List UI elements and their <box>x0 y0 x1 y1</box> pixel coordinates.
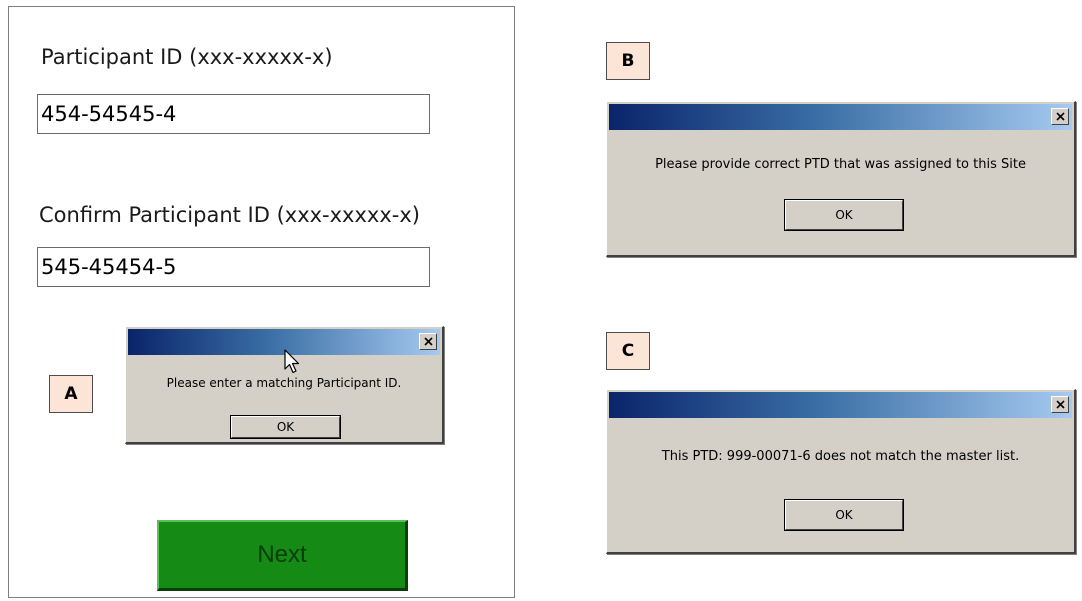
participant-id-input[interactable] <box>37 94 430 134</box>
close-icon <box>1055 400 1065 409</box>
dialog-c-close-button[interactable] <box>1051 396 1069 413</box>
close-icon <box>1055 112 1065 121</box>
dialog-c-no-match: This PTD: 999-00071-6 does not match the… <box>606 389 1076 554</box>
dialog-b-titlebar <box>609 104 1072 130</box>
participant-form-panel: Participant ID (xxx-xxxxx-x) Confirm Par… <box>8 6 515 598</box>
close-icon <box>423 337 433 346</box>
dialog-a-close-button[interactable] <box>419 333 437 350</box>
dialog-a-mismatch: Please enter a matching Participant ID. … <box>125 326 444 444</box>
confirm-participant-id-input[interactable] <box>37 247 430 287</box>
dialog-c-message: This PTD: 999-00071-6 does not match the… <box>661 449 1020 464</box>
dialog-b-invalid-ptd: Please provide correct PTD that was assi… <box>606 101 1076 257</box>
dialog-c-ok-button[interactable]: OK <box>785 500 903 530</box>
dialog-a-ok-button[interactable]: OK <box>231 416 340 438</box>
tag-b: B <box>606 42 650 80</box>
dialog-a-message: Please enter a matching Participant ID. <box>166 376 402 390</box>
dialog-b-ok-button[interactable]: OK <box>785 200 903 230</box>
tag-c: C <box>606 332 650 370</box>
mouse-pointer-icon <box>284 349 300 374</box>
dialog-c-titlebar <box>609 392 1072 418</box>
dialog-b-message: Please provide correct PTD that was assi… <box>655 157 1026 172</box>
dialog-b-close-button[interactable] <box>1051 108 1069 125</box>
participant-id-label: Participant ID (xxx-xxxxx-x) <box>41 45 333 69</box>
next-button[interactable]: Next <box>157 520 408 591</box>
tag-a: A <box>49 375 93 413</box>
confirm-participant-id-label: Confirm Participant ID (xxx-xxxxx-x) <box>39 203 420 227</box>
